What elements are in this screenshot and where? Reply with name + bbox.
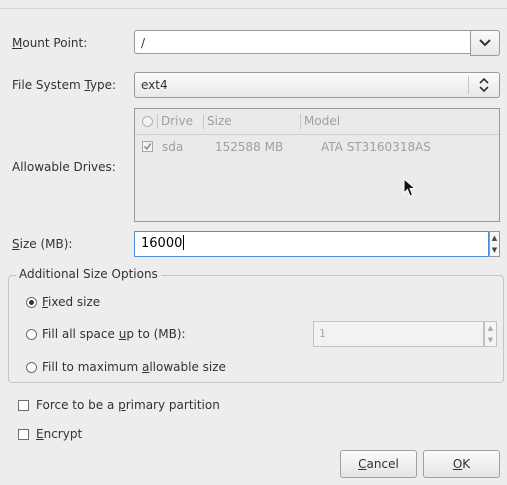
drive-name: sda [162,140,184,154]
mount-point-label: Mount Point: [12,36,88,50]
header-radio-icon [142,116,153,127]
combo-separator [468,76,469,94]
mount-point-combo[interactable]: / [134,30,500,56]
size-input[interactable]: 16000 [134,231,489,257]
drive-checkbox[interactable] [142,141,153,152]
drives-table-header: Drive Size Model [135,109,499,135]
chevron-down-icon [479,39,491,47]
fs-type-value: ext4 [141,78,168,92]
fill-upto-spinner[interactable]: 1 ▲ ▼ [313,321,497,347]
checkmark-icon [143,143,152,151]
text-caret [183,235,185,250]
fill-upto-spin-buttons[interactable]: ▲ ▼ [484,321,497,347]
fixed-size-radio[interactable] [26,297,37,308]
size-label: Size (MB): [12,237,73,251]
size-spin-buttons[interactable]: ▲ ▼ [489,231,500,257]
drives-table: Drive Size Model sda 152588 MB ATA ST316… [134,108,500,222]
title-bar-edge [0,0,507,9]
primary-partition-checkbox[interactable] [18,400,29,411]
fs-type-select[interactable]: ext4 [134,72,500,98]
drive-size: 152588 MB [215,140,284,154]
fill-upto-input[interactable]: 1 [313,321,484,347]
spin-up-icon[interactable]: ▲ [485,322,496,334]
mount-point-input[interactable]: / [134,30,470,54]
size-spinner[interactable]: 16000 ▲ ▼ [134,231,500,257]
allowable-drives-label: Allowable Drives: [12,160,116,174]
fill-upto-radio[interactable] [26,329,37,340]
column-header-drive[interactable]: Drive [158,109,193,134]
drive-model: ATA ST3160318AS [321,140,431,154]
fill-max-label[interactable]: Fill to maximum allowable size [42,360,226,374]
add-partition-dialog: Mount Point: / File System Type: ext4 Al… [0,0,507,485]
primary-partition-label[interactable]: Force to be a primary partition [36,398,220,412]
up-down-arrows-icon [475,76,493,94]
mouse-pointer-icon [403,178,417,197]
encrypt-checkbox[interactable] [18,429,29,440]
spin-down-icon[interactable]: ▼ [485,334,496,346]
cancel-button[interactable]: Cancel [340,450,417,478]
fixed-size-label[interactable]: Fixed size [42,295,100,309]
spin-down-icon[interactable]: ▼ [490,244,499,256]
table-row[interactable]: sda 152588 MB ATA ST3160318AS [135,136,499,158]
fs-type-label: File System Type: [12,78,117,92]
fill-max-radio[interactable] [26,362,37,373]
ok-button[interactable]: OK [423,450,500,478]
fill-upto-label[interactable]: Fill all space up to (MB): [42,327,186,341]
mount-point-dropdown-button[interactable] [470,30,500,56]
additional-size-title: Additional Size Options [16,267,161,281]
encrypt-label[interactable]: Encrypt [36,427,82,441]
spin-up-icon[interactable]: ▲ [490,232,499,244]
column-header-size[interactable]: Size [204,109,232,134]
column-header-model[interactable]: Model [301,109,340,134]
